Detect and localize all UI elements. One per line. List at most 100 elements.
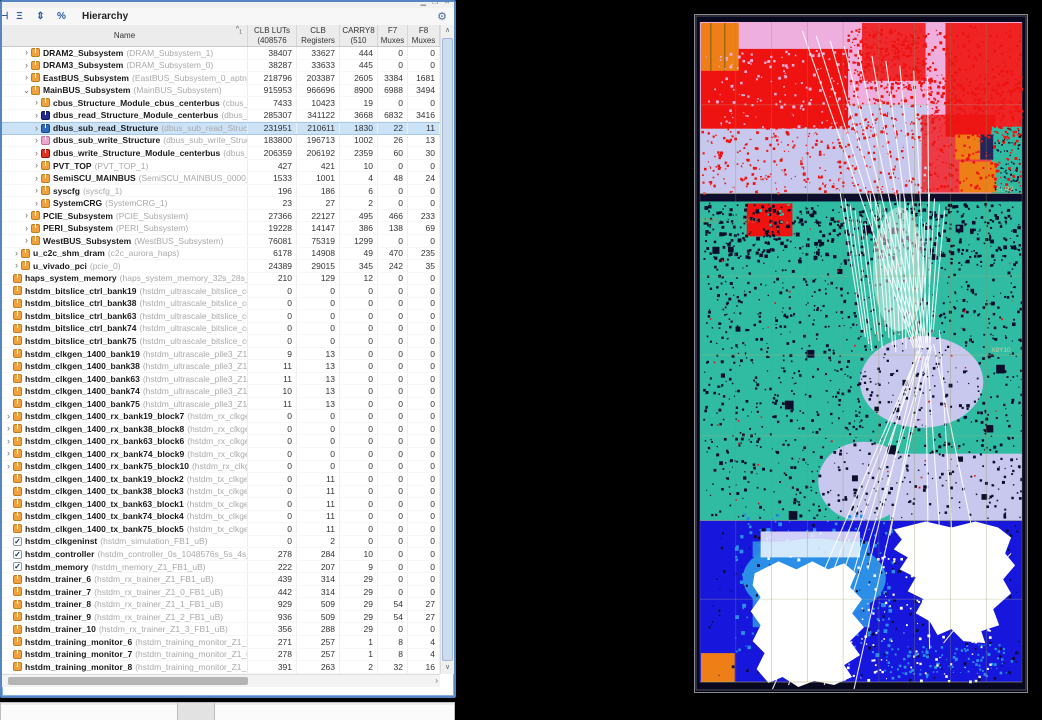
table-row[interactable]: ›hstdm_clkgen_1400_rx_bank63_block6(hstd… [2, 435, 440, 448]
table-row[interactable]: ›PCIE_Subsystem(PCIE_Subsystem)273662212… [2, 210, 440, 223]
table-row[interactable]: hstdm_clkgen_1400_tx_bank75_block5(hstdm… [2, 523, 440, 536]
column-header-clb-registers[interactable]: CLBRegisters [297, 25, 340, 46]
column-header-f8-muxes[interactable]: F8Muxes [408, 25, 440, 46]
expand-icon[interactable]: › [22, 61, 31, 70]
table-row[interactable]: hstdm_bitslice_ctrl_bank75(hstdm_ultrasc… [2, 335, 440, 348]
horizontal-scroll-thumb[interactable] [8, 677, 248, 685]
expand-icon[interactable]: › [4, 412, 13, 421]
horizontal-scrollbar[interactable]: › [2, 674, 440, 687]
table-row[interactable]: hstdm_clkgen_1400_tx_bank63_block1(hstdm… [2, 498, 440, 511]
percentage-icon[interactable]: % [51, 11, 72, 22]
clipped-left-icon[interactable]: ⊣ [2, 11, 9, 22]
expand-icon[interactable]: › [32, 98, 41, 107]
table-row[interactable]: hstdm_clkgen_1400_tx_bank19_block2(hstdm… [2, 473, 440, 486]
table-row[interactable]: hstdm_bitslice_ctrl_bank19(hstdm_ultrasc… [2, 285, 440, 298]
expand-icon[interactable]: › [32, 136, 41, 145]
expand-icon[interactable]: › [32, 124, 41, 133]
table-row[interactable]: hstdm_training_monitor_8(hstdm_training_… [2, 661, 440, 674]
clock-region-label: X0Y14 [701, 217, 721, 224]
table-row[interactable]: ›hstdm_clkgen_1400_rx_bank74_block9(hstd… [2, 448, 440, 461]
background-window-fragment[interactable] [0, 702, 178, 720]
expand-icon[interactable]: › [12, 249, 21, 258]
table-row[interactable]: hstdm_clkgen_1400_bank75(hstdm_ultrascal… [2, 398, 440, 411]
table-row[interactable]: hstdm_clkgen_1400_bank19(hstdm_ultrascal… [2, 348, 440, 361]
expand-icon[interactable]: › [32, 111, 41, 120]
table-row[interactable]: hstdm_trainer_7(hstdm_rx_trainer_Z1_0_FB… [2, 586, 440, 599]
table-row[interactable]: ›SemiSCU_MAINBUS(SemiSCU_MAINBUS_0000_1)… [2, 172, 440, 185]
expand-icon[interactable]: › [22, 224, 31, 233]
table-row[interactable]: hstdm_clkgen_1400_tx_bank38_block3(hstdm… [2, 486, 440, 499]
table-row[interactable]: hstdm_controller(hstdm_controller_0s_104… [2, 548, 440, 561]
table-row[interactable]: ›EastBUS_Subsystem(EastBUS_Subsystem_0_a… [2, 72, 440, 85]
table-row[interactable]: ›DRAM2_Subsystem(DRAM_Subsystem_1)384073… [2, 47, 440, 60]
table-row[interactable]: hstdm_clkgen_1400_bank38(hstdm_ultrascal… [2, 360, 440, 373]
table-row[interactable]: ›PVT_TOP(PVT_TOP_1)4274211000 [2, 160, 440, 173]
column-header-name[interactable]: Name ^1 [2, 25, 248, 46]
collapse-icon[interactable]: ⌄ [22, 86, 31, 95]
vertical-scrollbar[interactable]: ∧ ∨ [440, 25, 454, 674]
table-row[interactable]: ›dbus_read_Structure_Module_centerbus(db… [2, 110, 440, 123]
value-cell: 11 [297, 511, 340, 523]
vertical-scroll-thumb[interactable] [442, 38, 453, 661]
device-view-window[interactable]: SLR2 X0Y14 X1Y14 X8Y10 [694, 14, 1028, 693]
scroll-right-icon[interactable]: › [435, 675, 438, 687]
table-row[interactable]: ›syscfg(syscfg_1)196186600 [2, 185, 440, 198]
table-row[interactable]: hstdm_trainer_10(hstdm_rx_trainer_Z1_3_F… [2, 623, 440, 636]
table-row[interactable]: ›SystemCRG(SystemCRG_1)2327200 [2, 197, 440, 210]
table-row[interactable]: hstdm_clkgeninst(hstdm_simulation_FB1_uB… [2, 536, 440, 549]
expand-icon[interactable]: › [12, 261, 21, 270]
collapse-all-icon[interactable]: Ξ [9, 11, 30, 22]
table-row[interactable]: hstdm_trainer_9(hstdm_rx_trainer_Z1_2_FB… [2, 611, 440, 624]
expand-icon[interactable]: › [4, 449, 13, 458]
column-header-f7-muxes[interactable]: F7Muxes [378, 25, 408, 46]
expand-collapse-icon[interactable]: ⇕ [30, 11, 51, 22]
table-row[interactable]: ›hstdm_clkgen_1400_rx_bank75_block10(hst… [2, 461, 440, 474]
expand-icon[interactable]: › [22, 211, 31, 220]
expand-icon[interactable]: › [4, 437, 13, 446]
expand-icon[interactable]: › [22, 73, 31, 82]
table-row[interactable]: ›dbus_sub_read_Structure(dbus_sub_read_S… [2, 122, 440, 135]
expand-icon[interactable]: › [32, 199, 41, 208]
expand-icon[interactable]: › [4, 424, 13, 433]
table-row[interactable]: ›dbus_sub_write_Structure(dbus_sub_write… [2, 135, 440, 148]
device-map[interactable]: SLR2 X0Y14 X1Y14 X8Y10 [695, 15, 1027, 692]
table-row[interactable]: ›hstdm_clkgen_1400_rx_bank38_block8(hstd… [2, 423, 440, 436]
table-row[interactable]: hstdm_bitslice_ctrl_bank38(hstdm_ultrasc… [2, 298, 440, 311]
value-cell: 0 [408, 335, 440, 347]
table-row[interactable]: hstdm_trainer_8(hstdm_rx_trainer_Z1_1_FB… [2, 598, 440, 611]
expand-icon[interactable]: › [22, 236, 31, 245]
table-row[interactable]: ›DRAM3_Subsystem(DRAM_Subsystem_0)382873… [2, 60, 440, 73]
scroll-down-icon[interactable]: ∨ [441, 662, 454, 674]
table-row[interactable]: ⌄MainBUS_Subsystem(MainBUS_Subsystem)915… [2, 85, 440, 98]
table-row[interactable]: ›dbus_write_Structure_Module_centerbus(d… [2, 147, 440, 160]
table-row[interactable]: hstdm_clkgen_1400_tx_bank74_block4(hstdm… [2, 511, 440, 524]
table-row[interactable]: hstdm_memory(hstdm_memory_Z1_FB1_uB)2222… [2, 561, 440, 574]
table-row[interactable]: ›u_vivado_pci(pcie_0)243892901534524235 [2, 260, 440, 273]
table-row[interactable]: hstdm_training_monitor_6(hstdm_training_… [2, 636, 440, 649]
table-row[interactable]: ›u_c2c_shm_dram(c2c_aurora_haps)61781490… [2, 248, 440, 261]
background-window-fragment[interactable] [214, 702, 455, 720]
table-row[interactable]: ›cbus_Structure_Module_cbus_centerbus(cb… [2, 97, 440, 110]
scroll-up-icon[interactable]: ∧ [441, 25, 454, 37]
table-row[interactable]: hstdm_trainer_6(hstdm_rx_trainer_Z1_FB1_… [2, 573, 440, 586]
table-row[interactable]: ›WestBUS_Subsystem(WestBUS_Subsystem)760… [2, 235, 440, 248]
table-row[interactable]: hstdm_training_monitor_7(hstdm_training_… [2, 649, 440, 662]
table-row[interactable]: hstdm_bitslice_ctrl_bank63(hstdm_ultrasc… [2, 310, 440, 323]
table-row[interactable]: haps_system_memory(haps_system_memory_32… [2, 273, 440, 286]
instance-icon [13, 524, 22, 533]
table-row[interactable]: ›PERI_Subsystem(PERI_Subsystem)192281414… [2, 222, 440, 235]
expand-icon[interactable]: › [4, 462, 13, 471]
table-row[interactable]: hstdm_clkgen_1400_bank63(hstdm_ultrascal… [2, 373, 440, 386]
column-header-clb-luts[interactable]: CLB LUTs(408576 [248, 25, 297, 46]
table-row[interactable]: ›hstdm_clkgen_1400_rx_bank19_block7(hstd… [2, 410, 440, 423]
expand-icon[interactable]: › [32, 174, 41, 183]
column-header-carry8[interactable]: CARRY8(510 [340, 25, 378, 46]
expand-icon[interactable]: › [32, 186, 41, 195]
window-buttons[interactable]: ▁ ❐ ✕ [421, 2, 452, 6]
expand-icon[interactable]: › [22, 48, 31, 57]
table-row[interactable]: hstdm_clkgen_1400_bank74(hstdm_ultrascal… [2, 385, 440, 398]
gear-icon[interactable]: ⚙ [437, 10, 447, 23]
expand-icon[interactable]: › [32, 149, 41, 158]
table-row[interactable]: hstdm_bitslice_ctrl_bank74(hstdm_ultrasc… [2, 323, 440, 336]
expand-icon[interactable]: › [32, 161, 41, 170]
